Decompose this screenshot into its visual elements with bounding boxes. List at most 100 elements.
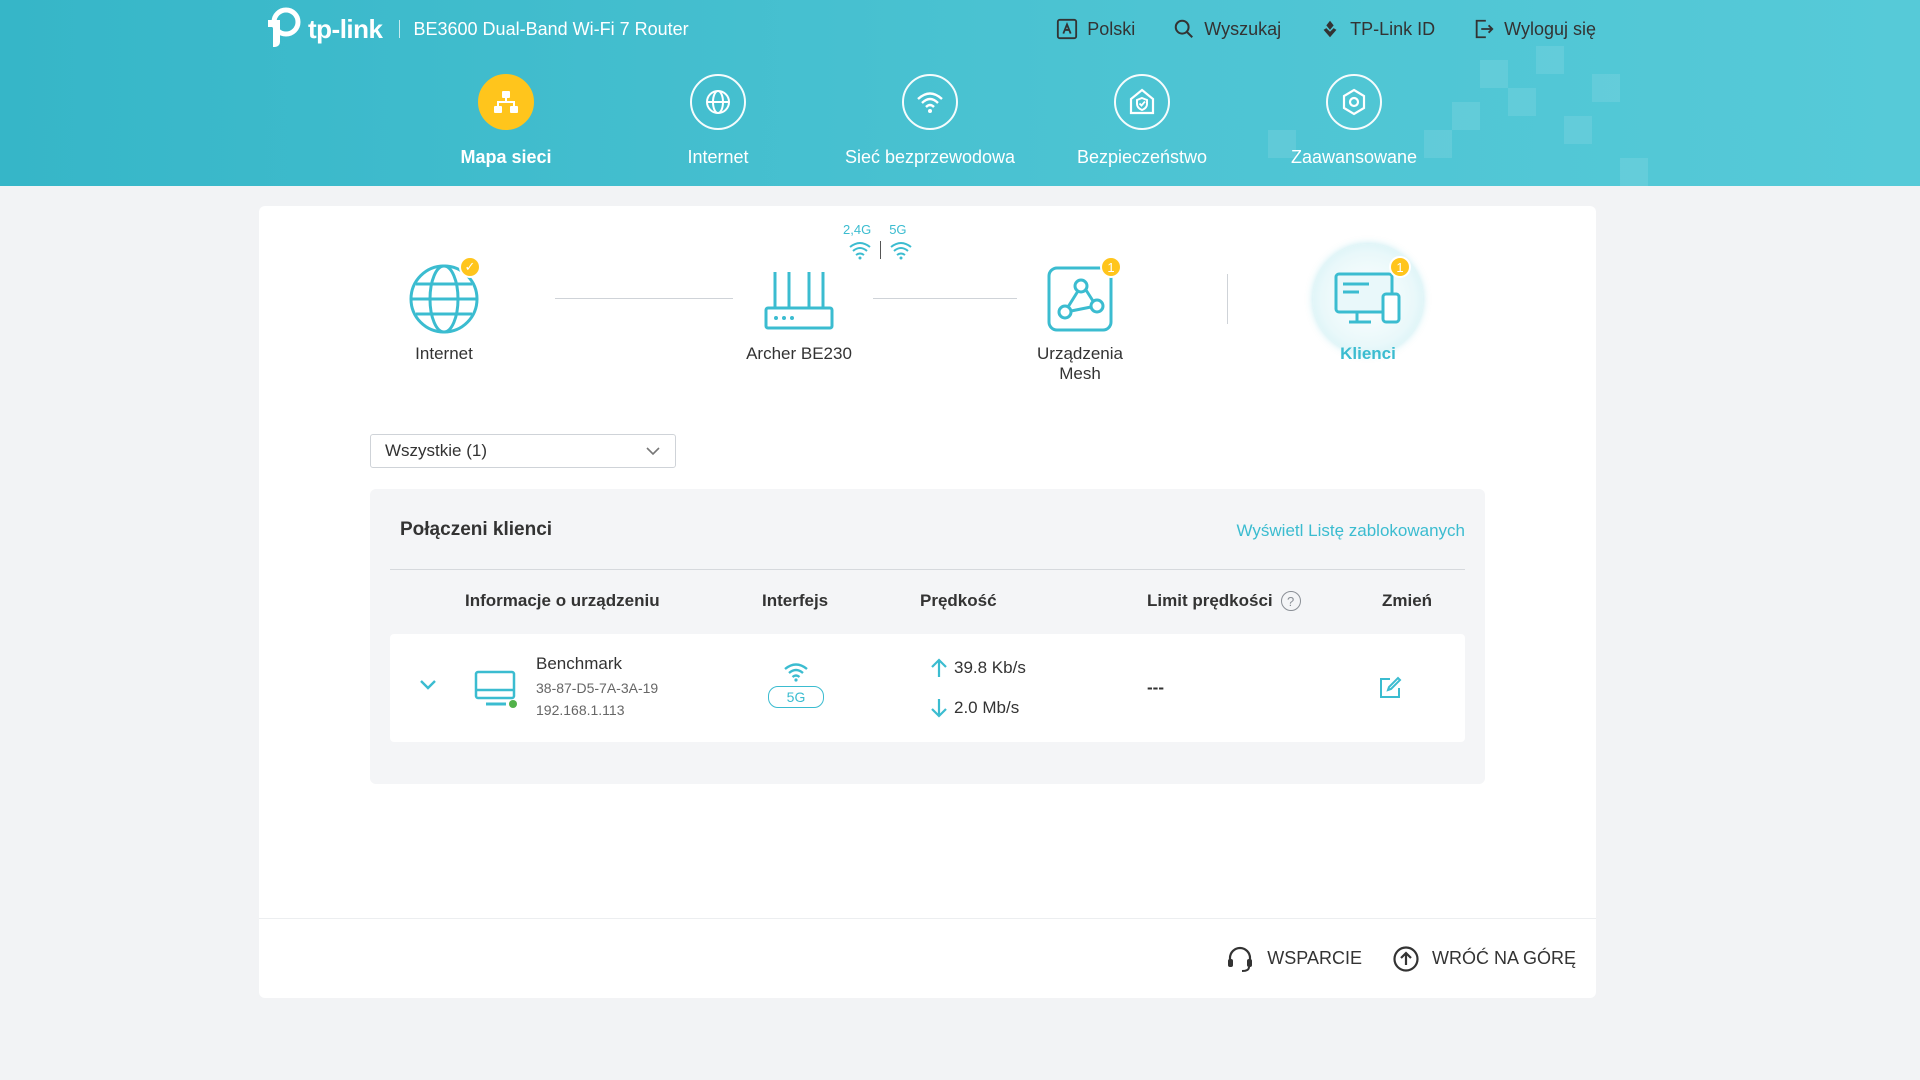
wifi-icon: [917, 92, 943, 113]
upload-speed: 39.8 Kb/s: [930, 648, 1026, 688]
clients-filter-select[interactable]: Wszystkie (1): [370, 434, 676, 468]
mesh-count-badge: 1: [1100, 256, 1122, 278]
tplink-id-label: TP-Link ID: [1350, 18, 1436, 39]
network-map-icon: [494, 91, 518, 113]
back-to-top-label: WRÓĆ NA GÓRĘ: [1431, 948, 1576, 968]
device-speed: 39.8 Kb/s 2.0 Mb/s: [930, 648, 1026, 728]
tplink-id-icon: [1323, 20, 1337, 38]
card-footer: WSPARCIE WRÓĆ NA GÓRĘ: [259, 918, 1596, 998]
topology-clients-label: Klienci: [1340, 344, 1396, 363]
arrow-up-circle-icon: [1393, 945, 1419, 972]
device-mac: 38-87-D5-7A-3A-19: [536, 680, 659, 696]
topology-internet[interactable]: Internet ✓: [399, 256, 489, 364]
headset-icon: [1228, 946, 1253, 972]
download-speed-value: 2.0 Mb/s: [954, 698, 1020, 717]
nav-wireless[interactable]: Sieć bezprzewodowa: [824, 74, 1036, 168]
router-bands: 2,4G 5G: [843, 222, 907, 237]
topology-link-router-mesh: [873, 298, 1017, 299]
nav-advanced-label: Zaawansowane: [1290, 147, 1418, 167]
table-row: Benchmark 38-87-D5-7A-3A-19 192.168.1.11…: [390, 634, 1465, 742]
column-interface: Interfejs: [762, 591, 829, 610]
nav-internet[interactable]: Internet: [612, 74, 824, 168]
topology-link-internet-router: [555, 298, 733, 299]
nav-security[interactable]: Bezpieczeństwo: [1036, 74, 1248, 168]
column-device-info: Informacje o urządzeniu: [465, 591, 660, 610]
wifi-5-icon: [890, 242, 912, 260]
topology-clients[interactable]: Klienci 1: [1303, 256, 1433, 364]
panel-divider: [390, 569, 1465, 570]
support-label: WSPARCIE: [1267, 948, 1362, 968]
router-icon: [764, 272, 834, 330]
logout-label: Wyloguj się: [1504, 18, 1596, 39]
column-edit: Zmień: [1382, 591, 1433, 610]
logout-icon: [1475, 19, 1494, 39]
router-band-icons: [848, 240, 913, 260]
arrow-down-icon: [931, 699, 947, 718]
topology-internet-label: Internet: [415, 344, 473, 363]
device-ip: 192.168.1.113: [536, 702, 625, 718]
clients-count-badge: 1: [1389, 256, 1411, 278]
top-menu: Polski Wyszukaj TP-Link ID Wyloguj się: [1056, 18, 1596, 40]
topology-mesh-label: Urządzenia Mesh: [1037, 344, 1123, 383]
band-24-label: 2,4G: [843, 222, 872, 237]
wifi-24-icon: [849, 242, 871, 260]
device-icon-wrap: [474, 670, 518, 715]
search-label: Wyszukaj: [1204, 18, 1282, 39]
main-card: Internet ✓ 2,4G 5G Archer BE230 Urządzen…: [259, 206, 1596, 998]
tplink-id-button[interactable]: TP-Link ID: [1319, 18, 1435, 40]
main-nav: Mapa sieci Internet Sieć bezprzewodowa B…: [400, 74, 1460, 168]
edit-client-button[interactable]: [1378, 676, 1402, 705]
expand-row-button[interactable]: [418, 678, 438, 697]
search-button[interactable]: Wyszukaj: [1173, 18, 1281, 40]
language-icon: [1057, 18, 1078, 40]
topology-router[interactable]: Archer BE230: [739, 262, 859, 364]
speed-limit-value: ---: [1147, 678, 1164, 697]
gear-icon: [1342, 88, 1366, 116]
language-label: Polski: [1087, 18, 1136, 39]
nav-security-label: Bezpieczeństwo: [1076, 147, 1208, 167]
column-speed-limit: Limit prędkości ?: [1147, 591, 1301, 611]
chevron-down-icon: [646, 447, 660, 456]
shield-icon: [1129, 88, 1155, 115]
language-button[interactable]: Polski: [1056, 18, 1135, 40]
topology-divider: [1227, 274, 1228, 324]
computer-icon: [474, 670, 517, 708]
connected-clients-panel: Połączeni klienci Wyświetl Listę zabloko…: [370, 489, 1485, 784]
nav-network-map-label: Mapa sieci: [460, 147, 552, 167]
nav-advanced[interactable]: Zaawansowane: [1248, 74, 1460, 168]
download-speed: 2.0 Mb/s: [930, 688, 1026, 728]
device-info: Benchmark 38-87-D5-7A-3A-19 192.168.1.11…: [536, 654, 658, 718]
band-badge: 5G: [768, 686, 824, 708]
header-bar: tp-link BE3600 Dual-Band Wi-Fi 7 Router …: [0, 0, 1920, 186]
back-to-top-link[interactable]: WRÓĆ NA GÓRĘ: [1392, 945, 1576, 973]
device-name: Benchmark: [536, 654, 622, 673]
edit-icon: [1380, 676, 1402, 698]
support-link[interactable]: WSPARCIE: [1225, 944, 1362, 974]
logo-text: tp-link: [308, 13, 383, 44]
column-speed-limit-label: Limit prędkości: [1147, 591, 1273, 610]
help-icon[interactable]: ?: [1280, 591, 1301, 611]
panel-title: Połączeni klienci: [400, 519, 553, 540]
topology-mesh[interactable]: Urządzenia Mesh 1: [1025, 256, 1135, 384]
logo-divider: [398, 20, 400, 38]
logout-button[interactable]: Wyloguj się: [1473, 18, 1596, 40]
chevron-down-icon: [420, 680, 436, 690]
arrow-up-icon: [931, 658, 947, 677]
tplink-logo-icon: [268, 7, 301, 47]
router-model: BE3600 Dual-Band Wi-Fi 7 Router: [413, 18, 689, 39]
topology-router-label: Archer BE230: [746, 344, 852, 363]
nav-network-map[interactable]: Mapa sieci: [400, 74, 612, 168]
globe-icon: [706, 90, 730, 114]
search-icon: [1174, 19, 1194, 38]
tplink-logo[interactable]: tp-link BE3600 Dual-Band Wi-Fi 7 Router: [258, 6, 689, 52]
blocked-list-link[interactable]: Wyświetl Listę zablokowanych: [1237, 521, 1466, 541]
internet-status-badge: ✓: [459, 256, 481, 278]
band-5-label: 5G: [889, 222, 907, 237]
nav-wireless-label: Sieć bezprzewodowa: [844, 147, 1016, 167]
column-speed: Prędkość: [920, 591, 997, 610]
network-topology: Internet ✓ 2,4G 5G Archer BE230 Urządzen…: [259, 206, 1596, 406]
wifi-icon: [784, 663, 808, 682]
device-interface: 5G: [768, 662, 824, 708]
upload-speed-value: 39.8 Kb/s: [954, 658, 1026, 677]
nav-internet-label: Internet: [687, 147, 749, 167]
